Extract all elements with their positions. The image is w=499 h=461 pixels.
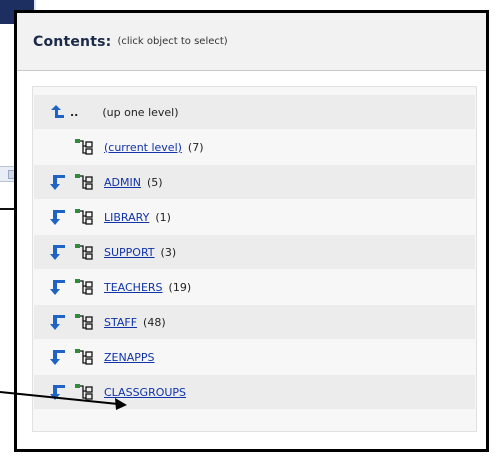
item-link-teachers[interactable]: TEACHERS bbox=[104, 281, 163, 294]
list-item[interactable]: TEACHERS (19) bbox=[34, 270, 475, 304]
contents-panel: Contents: (click object to select) .. (u… bbox=[14, 10, 489, 452]
list-item[interactable]: CLASSGROUPS bbox=[34, 375, 475, 409]
item-count: (48) bbox=[143, 315, 166, 329]
drill-down-arrow-icon[interactable] bbox=[49, 278, 67, 296]
container-tree-icon bbox=[75, 279, 93, 295]
item-count: (19) bbox=[168, 280, 192, 294]
drill-down-arrow-icon[interactable] bbox=[49, 173, 67, 191]
drill-down-arrow-icon[interactable] bbox=[49, 348, 67, 366]
current-level-row[interactable]: (current level) (7) bbox=[34, 130, 475, 164]
container-tree-icon bbox=[75, 314, 93, 330]
panel-header: Contents: (click object to select) bbox=[17, 13, 486, 71]
list-item[interactable]: LIBRARY (1) bbox=[34, 200, 475, 234]
item-link-classgroups[interactable]: CLASSGROUPS bbox=[104, 386, 186, 399]
container-tree-icon bbox=[75, 244, 93, 260]
up-level-arrow-icon[interactable] bbox=[48, 103, 66, 121]
current-level-count: (7) bbox=[187, 140, 204, 154]
drill-down-arrow-icon[interactable] bbox=[49, 313, 67, 331]
container-tree-icon bbox=[75, 384, 93, 400]
item-count: (3) bbox=[160, 245, 177, 259]
up-level-row[interactable]: .. (up one level) bbox=[34, 95, 475, 129]
item-link-zenapps[interactable]: ZENAPPS bbox=[104, 351, 155, 364]
container-tree-icon bbox=[75, 174, 93, 190]
list-item[interactable]: ADMIN (5) bbox=[34, 165, 475, 199]
item-link-library[interactable]: LIBRARY bbox=[104, 211, 149, 224]
contents-list: .. (up one level) (current level) (7) AD… bbox=[32, 86, 477, 432]
panel-title: Contents: bbox=[33, 33, 112, 50]
container-tree-icon bbox=[75, 349, 93, 365]
list-item[interactable]: ZENAPPS bbox=[34, 340, 475, 374]
drill-down-arrow-icon[interactable] bbox=[49, 243, 67, 261]
drill-down-arrow-icon[interactable] bbox=[49, 208, 67, 226]
current-level-link[interactable]: (current level) bbox=[104, 141, 182, 154]
container-tree-icon bbox=[75, 139, 93, 155]
drill-down-arrow-icon[interactable] bbox=[49, 383, 67, 401]
item-count: (1) bbox=[155, 210, 171, 224]
panel-hint: (click object to select) bbox=[117, 36, 228, 47]
up-level-label[interactable]: (up one level) bbox=[102, 106, 178, 119]
item-link-support[interactable]: SUPPORT bbox=[104, 246, 155, 259]
item-count: (5) bbox=[146, 175, 163, 189]
container-tree-icon bbox=[75, 209, 93, 225]
list-item[interactable]: SUPPORT (3) bbox=[34, 235, 475, 269]
list-item[interactable]: STAFF (48) bbox=[34, 305, 475, 339]
